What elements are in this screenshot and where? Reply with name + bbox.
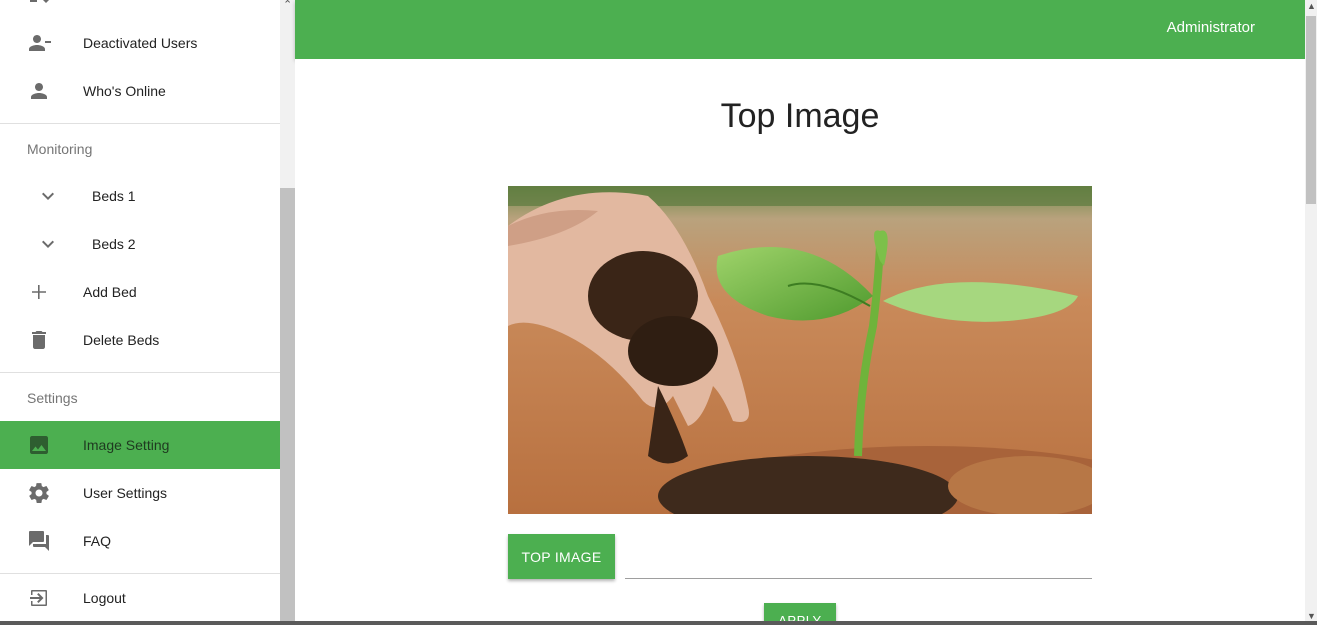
sidebar-item-image-setting[interactable]: Image Setting	[0, 421, 280, 469]
sidebar-item-label: Beds 1	[92, 188, 136, 204]
sidebar-item-faq[interactable]: FAQ	[0, 517, 280, 565]
sidebar-item-label: Beds 2	[92, 236, 136, 252]
sidebar-item-label: User Settings	[83, 485, 168, 501]
scroll-down-icon[interactable]: ▼	[1307, 612, 1316, 621]
person-remove-icon	[27, 31, 51, 55]
sidebar-item-deactivated-users[interactable]: Deactivated Users	[0, 19, 280, 67]
image-icon	[27, 433, 51, 457]
page-scrollbar[interactable]: ▲ ▼	[1305, 0, 1317, 625]
app-window: Deactivated Users Who's Online Monitorin…	[0, 0, 1317, 625]
sidebar-item-label: FAQ	[83, 533, 112, 549]
page-title: Top Image	[720, 97, 880, 135]
trash-icon	[27, 328, 51, 352]
file-path-field[interactable]	[625, 549, 1092, 579]
logout-icon	[27, 586, 51, 610]
top-image-upload-button[interactable]: TOP IMAGE	[508, 534, 615, 579]
divider	[0, 372, 280, 373]
scroll-up-icon[interactable]: ▲	[1307, 2, 1316, 11]
partial-icon	[27, 0, 51, 10]
sidebar-scrollbar-thumb[interactable]	[280, 188, 295, 625]
top-app-bar: Administrator	[295, 0, 1305, 59]
sidebar-item-delete-beds[interactable]: Delete Beds	[0, 316, 280, 364]
divider	[0, 123, 280, 124]
person-icon	[27, 79, 51, 103]
chevron-down-icon	[36, 184, 60, 208]
top-image-preview	[508, 186, 1092, 514]
sidebar-item-label: Who's Online	[83, 83, 166, 99]
sidebar-item-user-settings[interactable]: User Settings	[0, 469, 280, 517]
sidebar-item-label: Add Bed	[83, 284, 137, 300]
sidebar-item-beds-2[interactable]: Beds 2	[0, 220, 280, 268]
scroll-up-icon[interactable]: ⌃	[283, 0, 292, 11]
sidebar-item-logout[interactable]: Logout	[0, 574, 280, 622]
plus-icon	[27, 280, 51, 304]
sidebar-item-label: Delete Beds	[83, 332, 160, 348]
chat-icon	[27, 529, 51, 553]
main-content: Top Image TOP IMAGE APPLY	[295, 59, 1305, 625]
sidebar-item-add-bed[interactable]: Add Bed	[0, 268, 280, 316]
sidebar: Deactivated Users Who's Online Monitorin…	[0, 0, 280, 625]
page-scrollbar-thumb[interactable]	[1306, 16, 1316, 204]
user-name[interactable]: Administrator	[1167, 19, 1255, 36]
seedling-photo	[508, 186, 1092, 514]
gear-icon	[27, 481, 51, 505]
sidebar-item-label: Image Setting	[83, 437, 170, 453]
chevron-down-icon	[36, 232, 60, 256]
sidebar-item-label: Logout	[83, 590, 126, 606]
sidebar-scrollbar[interactable]: ⌃	[280, 0, 295, 625]
section-header-monitoring: Monitoring	[27, 141, 93, 157]
window-bottom-edge	[0, 621, 1317, 625]
sidebar-item-beds-1[interactable]: Beds 1	[0, 172, 280, 220]
section-header-settings: Settings	[27, 390, 78, 406]
sidebar-item-whos-online[interactable]: Who's Online	[0, 67, 280, 115]
sidebar-item-label: Deactivated Users	[83, 35, 198, 51]
